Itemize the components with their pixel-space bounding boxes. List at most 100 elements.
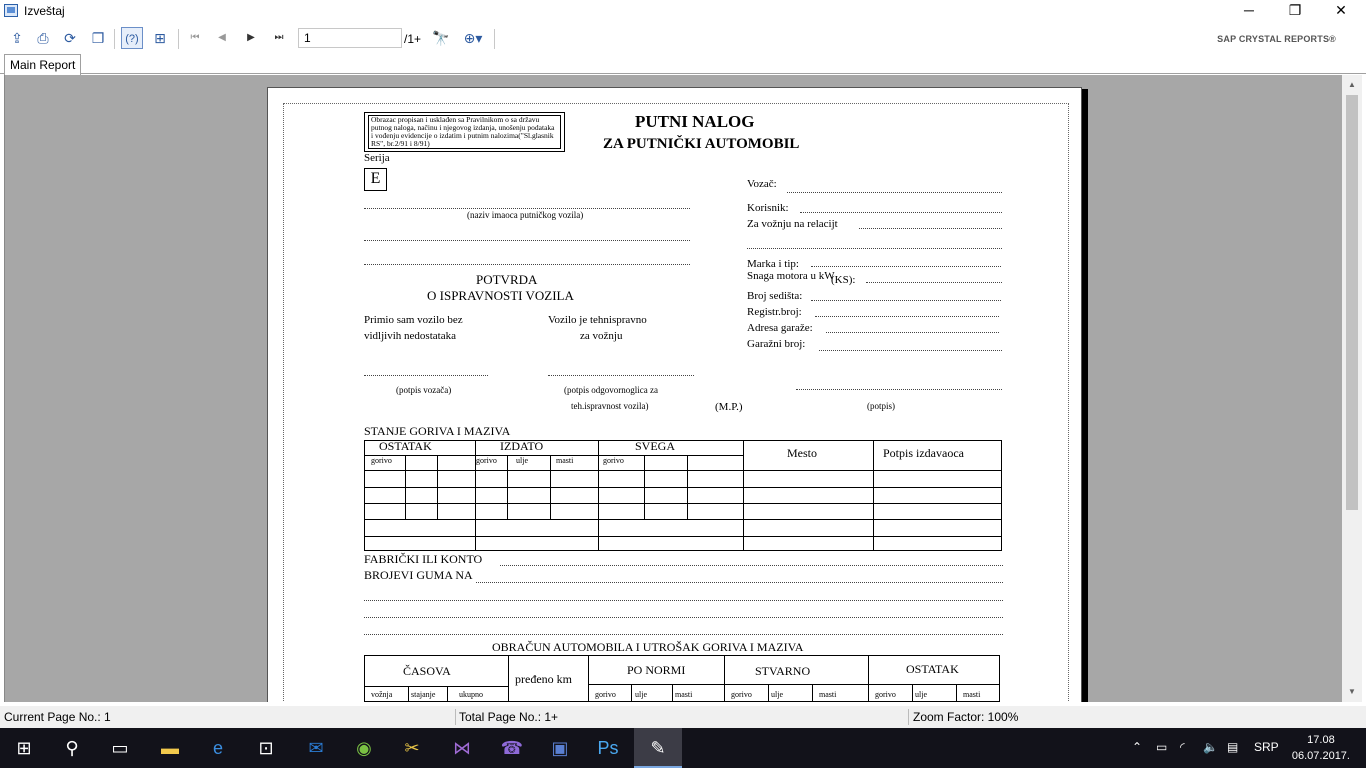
- ostatak2-header: OSTATAK: [906, 662, 959, 676]
- volume-icon[interactable]: 🔈: [1203, 740, 1218, 754]
- minimize-button[interactable]: ─: [1226, 0, 1272, 22]
- report-subtitle: ZA PUTNIČKI AUTOMOBIL: [603, 136, 800, 152]
- brand-label: SAP CRYSTAL REPORTS®: [1217, 34, 1336, 44]
- find-icon[interactable]: 🔭: [430, 27, 452, 49]
- status-bar: Current Page No.: 1 Total Page No.: 1+ Z…: [0, 706, 1366, 728]
- vozilo-line2: za vožnju: [580, 330, 623, 342]
- visual-studio-icon[interactable]: ⋈: [438, 728, 486, 768]
- taskbar: ⊞ ⚲ ▭ ▬ e ⊡ ✉ ◉ ✂ ⋈ ☎ ▣ Ps ✎ ⌃ ▭ ◜ 🔈 ▤ S…: [0, 728, 1366, 768]
- copy-icon[interactable]: ❐: [87, 27, 109, 49]
- android-studio-icon[interactable]: ◉: [340, 728, 388, 768]
- windows-start-icon[interactable]: ⊞: [0, 728, 48, 768]
- scroll-down-icon[interactable]: ▼: [1342, 684, 1362, 700]
- print-icon[interactable]: ⎙: [32, 27, 54, 49]
- file-explorer-icon[interactable]: ▬: [146, 728, 194, 768]
- viber-icon[interactable]: ☎: [488, 728, 536, 768]
- export-icon[interactable]: ⇪: [6, 27, 28, 49]
- vozac-label: Vozač:: [747, 178, 777, 190]
- page-border: Obrazac propisan i usklađen sa Pravilnik…: [283, 103, 1069, 702]
- ostatak-gorivo2: gorivo: [875, 690, 896, 699]
- snaga-label: Snaga motora u kW: [747, 270, 835, 282]
- relacija-label: Za vožnju na relacijt: [747, 218, 838, 230]
- ostatak-ulje2: ulje: [915, 690, 927, 699]
- tab-strip: Main Report: [0, 52, 1366, 75]
- save-app-icon[interactable]: ▣: [536, 728, 584, 768]
- tab-main-report[interactable]: Main Report: [4, 54, 82, 75]
- photoshop-icon[interactable]: Ps: [584, 728, 632, 768]
- vertical-scrollbar[interactable]: ▲ ▼: [1342, 75, 1362, 702]
- izdato-gorivo: gorivo: [476, 456, 497, 465]
- stvarno-header: STVARNO: [755, 664, 811, 678]
- report-title: PUTNI NALOG: [635, 112, 755, 131]
- app-icon: [4, 4, 18, 17]
- search-icon[interactable]: ⚲: [48, 728, 96, 768]
- report-app-taskbar-icon[interactable]: ✎: [634, 728, 682, 768]
- report-page: Obrazac propisan i usklađen sa Pravilnik…: [267, 87, 1082, 702]
- potpis-odg-line1: (potpis odgovornoglica za: [564, 385, 658, 395]
- vozilo-line1: Vozilo je tehnispravno: [548, 314, 647, 326]
- group-tree-icon[interactable]: ⊞: [149, 27, 171, 49]
- store-icon[interactable]: ⊡: [242, 728, 290, 768]
- ostatak-gorivo: gorivo: [371, 456, 392, 465]
- casova-header: ČASOVA: [403, 664, 451, 678]
- ukupno-label: ukupno: [459, 690, 483, 699]
- ks-label: (KS):: [831, 274, 856, 286]
- first-page-icon[interactable]: ⏮: [184, 27, 206, 49]
- norma-gorivo: gorivo: [595, 690, 616, 699]
- toolbar: ⇪ ⎙ ⟳ ❐ (?) ⊞ ⏮ ◀ ▶ ⏭ 1 /1+ 🔭 ⊕▾ SAP CRY…: [0, 24, 1366, 52]
- clock[interactable]: 17.08 06.07.2017.: [1292, 732, 1350, 764]
- zoom-status: Zoom Factor: 100%: [913, 710, 1019, 724]
- notification-icon[interactable]: ▤: [1227, 740, 1238, 754]
- language-indicator[interactable]: SRP: [1254, 740, 1279, 754]
- help-icon[interactable]: (?): [121, 27, 143, 49]
- refresh-icon[interactable]: ⟳: [59, 27, 81, 49]
- norma-ulje: ulje: [635, 690, 647, 699]
- izdato-masti: masti: [556, 456, 574, 465]
- scroll-up-icon[interactable]: ▲: [1342, 77, 1362, 93]
- potpis-izdavaoca-header: Potpis izdavaoca: [883, 446, 964, 460]
- next-page-icon[interactable]: ▶: [240, 27, 262, 49]
- prev-page-icon[interactable]: ◀: [211, 27, 233, 49]
- scroll-thumb[interactable]: [1346, 95, 1358, 510]
- obracun-heading: OBRAČUN AUTOMOBILA I UTROŠAK GORIVA I MA…: [492, 640, 804, 654]
- tools-icon[interactable]: ✂: [388, 728, 436, 768]
- ostatak-masti2: masti: [963, 690, 981, 699]
- report-viewer[interactable]: Obrazac propisan i usklađen sa Pravilnik…: [4, 75, 1342, 702]
- battery-icon[interactable]: ▭: [1156, 740, 1167, 754]
- page-total-label: /1+: [404, 32, 422, 46]
- primio-line2: vidljivih nedostataka: [364, 330, 456, 342]
- stvarno-gorivo: gorivo: [731, 690, 752, 699]
- zoom-icon[interactable]: ⊕▾: [458, 27, 488, 49]
- garazni-label: Garažni broj:: [747, 338, 806, 350]
- voznja-label: vožnja: [371, 690, 393, 699]
- svega-gorivo: gorivo: [603, 456, 624, 465]
- title-bar: Izveštaj ─ ❐ ✕: [0, 0, 1366, 22]
- primio-line1: Primio sam vozilo bez: [364, 314, 463, 326]
- restore-button[interactable]: ❐: [1272, 0, 1318, 22]
- legal-notice: Obrazac propisan i usklađen sa Pravilnik…: [364, 112, 565, 152]
- korisnik-label: Korisnik:: [747, 202, 789, 214]
- task-view-icon[interactable]: ▭: [96, 728, 144, 768]
- potpis-vozaca-label: (potpis vozača): [396, 385, 452, 395]
- svega-header: SVEGA: [635, 439, 676, 453]
- window-title: Izveštaj: [24, 4, 65, 18]
- current-page-status: Current Page No.: 1: [4, 710, 111, 724]
- potpis-odg-line2: teh.ispravnost vozila): [571, 401, 649, 411]
- clock-time: 17.08: [1307, 734, 1335, 746]
- potpis-label: (potpis): [867, 401, 895, 411]
- wifi-icon[interactable]: ◜: [1180, 740, 1185, 754]
- edge-icon[interactable]: e: [194, 728, 242, 768]
- sedista-label: Broj sedišta:: [747, 290, 803, 302]
- mesto-header: Mesto: [787, 446, 817, 460]
- last-page-icon[interactable]: ⏭: [268, 27, 290, 49]
- close-button[interactable]: ✕: [1318, 0, 1364, 22]
- adresa-label: Adresa garaže:: [747, 322, 813, 334]
- stvarno-ulje: ulje: [771, 690, 783, 699]
- tray-chevron-icon[interactable]: ⌃: [1132, 740, 1142, 754]
- page-number-input[interactable]: 1: [298, 28, 402, 48]
- fabricki-line2: BROJEVI GUMA NA: [364, 568, 473, 582]
- potvrda-heading: POTVRDA: [476, 272, 538, 287]
- stajanje-label: stajanje: [411, 690, 436, 699]
- norma-masti: masti: [675, 690, 693, 699]
- outlook-icon[interactable]: ✉: [292, 728, 340, 768]
